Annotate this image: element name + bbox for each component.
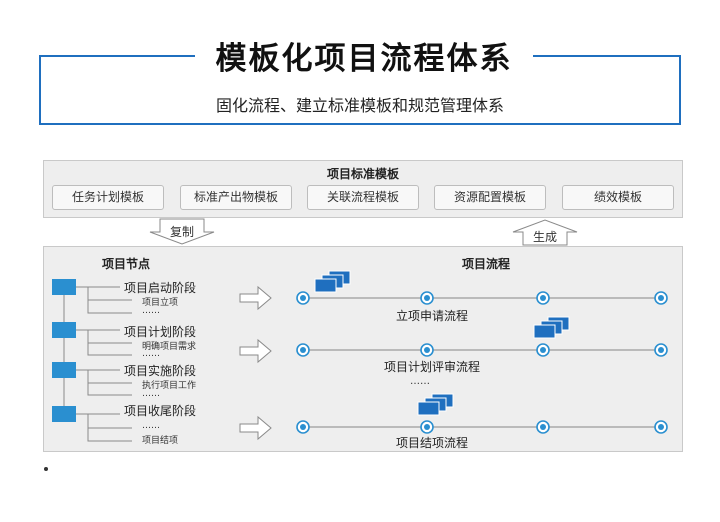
flow-node-core [658, 347, 664, 353]
flow-node-core [540, 347, 546, 353]
flow-node-core [424, 295, 430, 301]
stage-marker-icon [52, 279, 76, 295]
flow-node-core [300, 424, 306, 430]
stage-sub-ellipsis: …… [142, 389, 160, 399]
flow-label-closure: 项目结项流程 [395, 436, 468, 450]
flow-ellipsis: …… [410, 376, 430, 387]
stage-label-plan: 项目计划阶段 [124, 325, 197, 339]
flow-label-plan-review: 项目计划评审流程 [383, 360, 480, 374]
nodes-section-title: 项目节点 [102, 257, 151, 271]
document-stack-icon [417, 393, 454, 416]
flow-node-core [658, 295, 664, 301]
right-arrow-icon [239, 415, 272, 441]
stage-label-close: 项目收尾阶段 [124, 404, 197, 418]
flow-node-core [424, 424, 430, 430]
flow-node-core [658, 424, 664, 430]
right-arrow-icon [239, 285, 272, 311]
stage-marker-icon [52, 322, 76, 338]
flow-label-approval: 立项申请流程 [395, 309, 468, 323]
flow-node-core [540, 424, 546, 430]
stage-sub-ellipsis: …… [142, 306, 160, 316]
stage-sub-item: 项目结项 [142, 436, 179, 446]
copy-arrow-label: 复制 [170, 225, 195, 239]
flow-node-core [300, 295, 306, 301]
bullet-dot [44, 467, 48, 471]
document-stack-icon [533, 316, 570, 339]
flow-node-core [540, 295, 546, 301]
stage-marker-icon [52, 406, 76, 422]
stage-sub-ellipsis: …… [142, 349, 160, 359]
document-stack-icon [314, 270, 351, 293]
flow-node-core [300, 347, 306, 353]
right-arrow-icon [239, 338, 272, 364]
generate-arrow-label: 生成 [533, 230, 558, 244]
stage-sub-ellipsis: …… [142, 421, 160, 431]
stage-marker-icon [52, 362, 76, 378]
stage-label-execute: 项目实施阶段 [124, 364, 197, 378]
flows-section-title: 项目流程 [462, 257, 511, 271]
stage-label-start: 项目启动阶段 [124, 281, 197, 295]
flow-node-core [424, 347, 430, 353]
